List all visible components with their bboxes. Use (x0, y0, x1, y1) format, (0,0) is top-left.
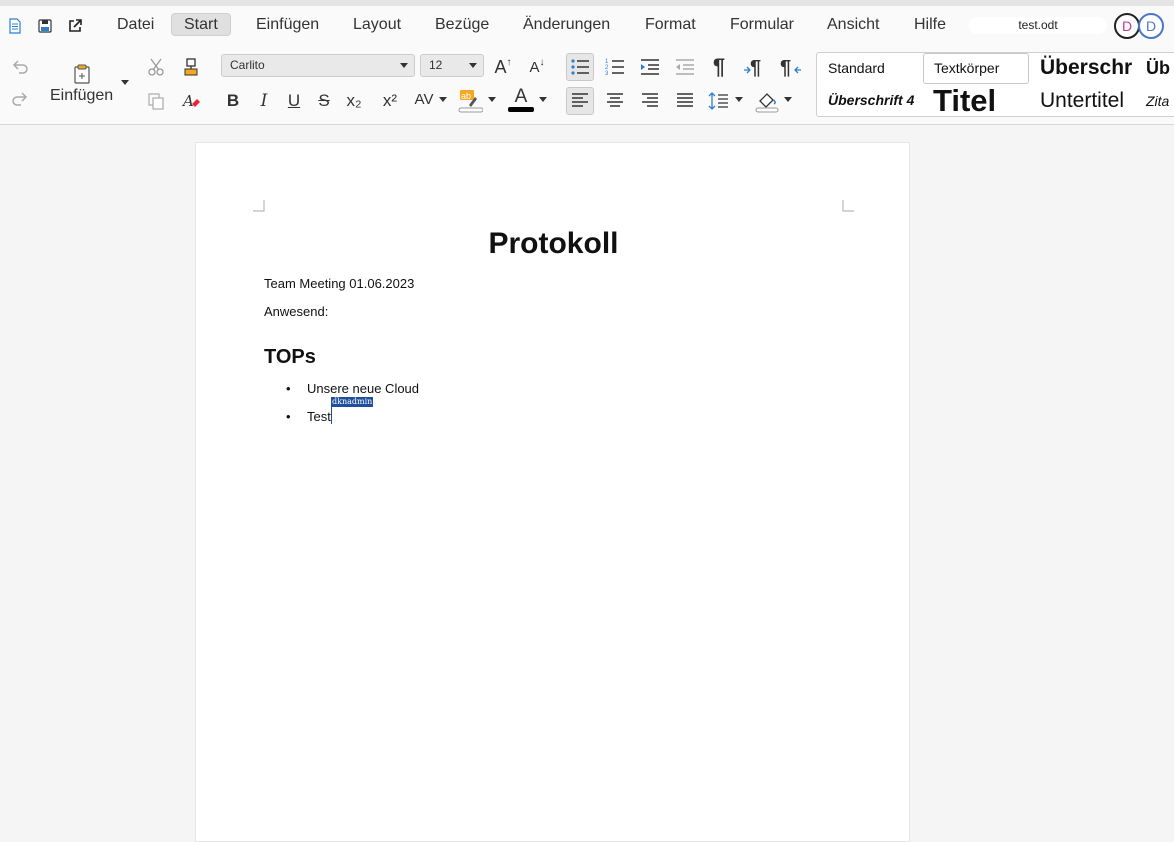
strikethrough-button[interactable]: S (310, 87, 338, 115)
toolbar: Einfügen A Carlito 12 A ↑ A ↓ B I U S x₂ x… (0, 44, 1174, 125)
clipboard-icon[interactable] (68, 60, 96, 88)
subscript-button[interactable]: x₂ (340, 87, 368, 115)
open-external-icon[interactable] (65, 16, 85, 36)
clone-formatting-icon[interactable] (177, 53, 205, 81)
menu-layout[interactable]: Layout (341, 13, 413, 36)
italic-button[interactable]: I (250, 87, 278, 115)
chevron-down-icon[interactable] (539, 97, 547, 102)
ltr-paragraph-icon[interactable]: ¶ (741, 53, 769, 81)
background-color-icon[interactable] (753, 86, 781, 114)
collaborator-cursor (331, 407, 332, 424)
save-icon[interactable] (35, 16, 55, 36)
menu-formular[interactable]: Formular (718, 13, 806, 36)
copy-icon[interactable] (142, 87, 170, 115)
style-titel[interactable]: Titel (933, 83, 996, 116)
list-item[interactable]: Test (307, 409, 331, 424)
align-left-icon[interactable] (566, 87, 594, 115)
avatar[interactable]: D (1138, 13, 1164, 39)
redo-icon[interactable] (6, 85, 34, 113)
menu-bezuege[interactable]: Bezüge (423, 13, 501, 36)
align-center-icon[interactable] (601, 87, 629, 115)
menu-hilfe[interactable]: Hilfe (902, 13, 958, 36)
svg-text:3: 3 (605, 71, 609, 77)
paragraph-meeting[interactable]: Team Meeting 01.06.2023 (264, 276, 414, 291)
chevron-down-icon[interactable] (735, 97, 743, 102)
avatar[interactable]: D (1114, 13, 1140, 39)
rtl-paragraph-icon[interactable]: ¶ (776, 53, 804, 81)
style-untertitel[interactable]: Untertitel (1040, 89, 1124, 113)
svg-text:¶: ¶ (750, 57, 761, 78)
style-ueberschrift-4[interactable]: Überschrift 4 (828, 92, 914, 108)
cut-icon[interactable] (142, 53, 170, 81)
font-color-button[interactable]: A (507, 86, 535, 114)
bullet-list-icon[interactable] (566, 53, 594, 81)
line-spacing-icon[interactable] (705, 87, 733, 115)
chevron-down-icon[interactable] (439, 97, 447, 102)
shrink-font-icon[interactable]: A ↓ (523, 53, 551, 81)
clear-formatting-icon[interactable]: A (177, 87, 205, 115)
menu-format[interactable]: Format (633, 13, 708, 36)
menu-datei[interactable]: Datei (105, 13, 166, 36)
chevron-down-icon (400, 63, 408, 68)
align-right-icon[interactable] (636, 87, 664, 115)
chevron-down-icon[interactable] (488, 97, 496, 102)
formatting-marks-button[interactable]: ¶ (705, 53, 733, 81)
document-name-field[interactable]: test.odt (969, 17, 1107, 34)
style-zitat[interactable]: Zita (1146, 93, 1169, 109)
document-canvas[interactable]: Protokoll Team Meeting 01.06.2023 Anwese… (0, 125, 1174, 842)
menu-aenderungen[interactable]: Änderungen (511, 13, 622, 36)
menu-start[interactable]: Start (171, 13, 231, 36)
style-textkoerper[interactable]: Textkörper (923, 53, 1029, 84)
bullet-marker: • (286, 409, 291, 424)
margin-corner-marker (842, 200, 854, 212)
numbered-list-icon[interactable]: 123 (601, 53, 629, 81)
menu-einfuegen[interactable]: Einfügen (244, 13, 331, 36)
margin-corner-marker (253, 200, 265, 212)
chevron-down-icon (469, 63, 477, 68)
paste-button[interactable]: Einfügen (50, 87, 113, 105)
style-ueberschrift-1[interactable]: Überschr (1040, 56, 1132, 80)
increase-indent-icon[interactable] (636, 53, 664, 81)
document-page[interactable]: Protokoll Team Meeting 01.06.2023 Anwese… (195, 142, 910, 842)
chevron-down-icon[interactable] (784, 97, 792, 102)
collaborator-cursor-label: dknadmin (331, 397, 374, 407)
font-size-select[interactable]: 12 (420, 54, 484, 77)
svg-text:ab: ab (461, 91, 471, 101)
underline-button[interactable]: U (280, 87, 308, 115)
style-gallery: Standard Textkörper Überschr Üb Überschr… (816, 52, 1174, 117)
character-spacing-button[interactable]: AV (410, 85, 438, 113)
grow-font-icon[interactable]: A ↑ (489, 53, 517, 81)
font-size-value: 12 (429, 58, 443, 72)
document-icon[interactable] (5, 16, 25, 36)
style-standard[interactable]: Standard (828, 60, 885, 76)
font-color-swatch (508, 107, 534, 112)
menubar: Datei Start Einfügen Layout Bezüge Änder… (0, 6, 1174, 44)
bold-button[interactable]: B (219, 87, 247, 115)
highlight-icon[interactable]: ab (456, 86, 484, 114)
heading-tops[interactable]: TOPs (264, 346, 316, 369)
svg-text:A: A (181, 92, 194, 110)
list-item[interactable]: Unsere neue Cloud (307, 381, 419, 396)
font-name-select[interactable]: Carlito (221, 54, 415, 77)
style-ueberschrift-2[interactable]: Üb (1146, 58, 1170, 79)
font-name-value: Carlito (230, 58, 265, 72)
svg-text:¶: ¶ (780, 57, 791, 78)
document-title[interactable]: Protokoll (196, 227, 911, 261)
bullet-marker: • (286, 381, 291, 396)
superscript-button[interactable]: x² (376, 87, 404, 115)
paragraph-anwesend[interactable]: Anwesend: (264, 304, 328, 319)
undo-icon[interactable] (6, 53, 34, 81)
decrease-indent-icon[interactable] (671, 53, 699, 81)
justify-icon[interactable] (671, 87, 699, 115)
menu-ansicht[interactable]: Ansicht (815, 13, 891, 36)
chevron-down-icon[interactable] (121, 80, 129, 85)
